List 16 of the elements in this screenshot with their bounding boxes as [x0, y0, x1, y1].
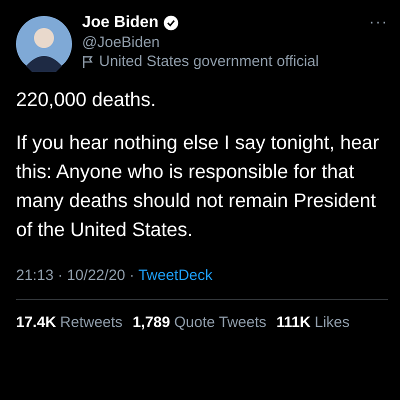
tweet-text: If you hear nothing else I say tonight, hear this: Anyone who is responsible for that many deaths should not remain President of the United States. — [16, 131, 380, 243]
source-link[interactable]: TweetDeck — [138, 267, 213, 284]
flag-icon — [82, 54, 94, 68]
author-handle[interactable]: @JoeBiden — [82, 34, 360, 51]
stat-label[interactable]: Quote Tweets — [174, 314, 266, 331]
tweet-timestamp[interactable]: 21:13 · 10/22/20 · — [16, 267, 138, 284]
stat-label[interactable]: Retweets — [60, 314, 123, 331]
stat-label[interactable]: Likes — [314, 314, 350, 331]
stat-count[interactable]: 111K — [276, 314, 311, 331]
account-label: United States government official — [99, 53, 319, 70]
stat-count[interactable]: 17.4K — [16, 314, 56, 331]
avatar[interactable] — [16, 16, 72, 72]
more-button[interactable]: ··· — [369, 14, 388, 32]
author-name[interactable]: Joe Biden — [82, 14, 158, 32]
stat-count[interactable]: 1,789 — [132, 314, 170, 331]
tweet-text: 220,000 deaths. — [16, 88, 157, 113]
